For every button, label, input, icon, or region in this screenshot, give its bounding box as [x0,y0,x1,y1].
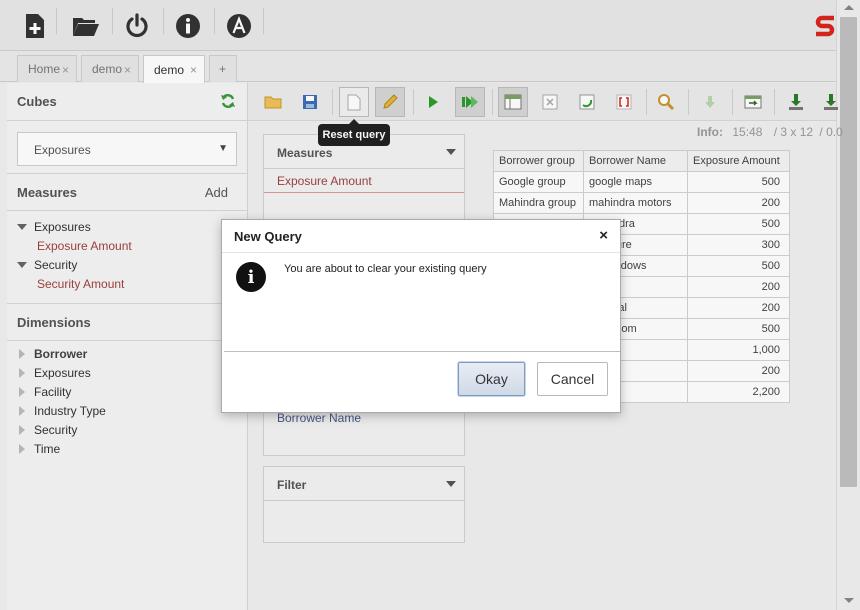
dialog-message: You are about to clear your existing que… [284,263,487,275]
dialog-title: New Query [234,229,302,244]
dialog-header: New Query × [222,220,620,253]
info-icon: i [236,262,266,292]
new-query-dialog: New Query × i You are about to clear you… [221,219,621,413]
cancel-button[interactable]: Cancel [537,362,608,396]
close-icon[interactable]: × [599,227,608,244]
okay-button[interactable]: Okay [458,362,525,396]
dialog-divider [224,351,620,352]
